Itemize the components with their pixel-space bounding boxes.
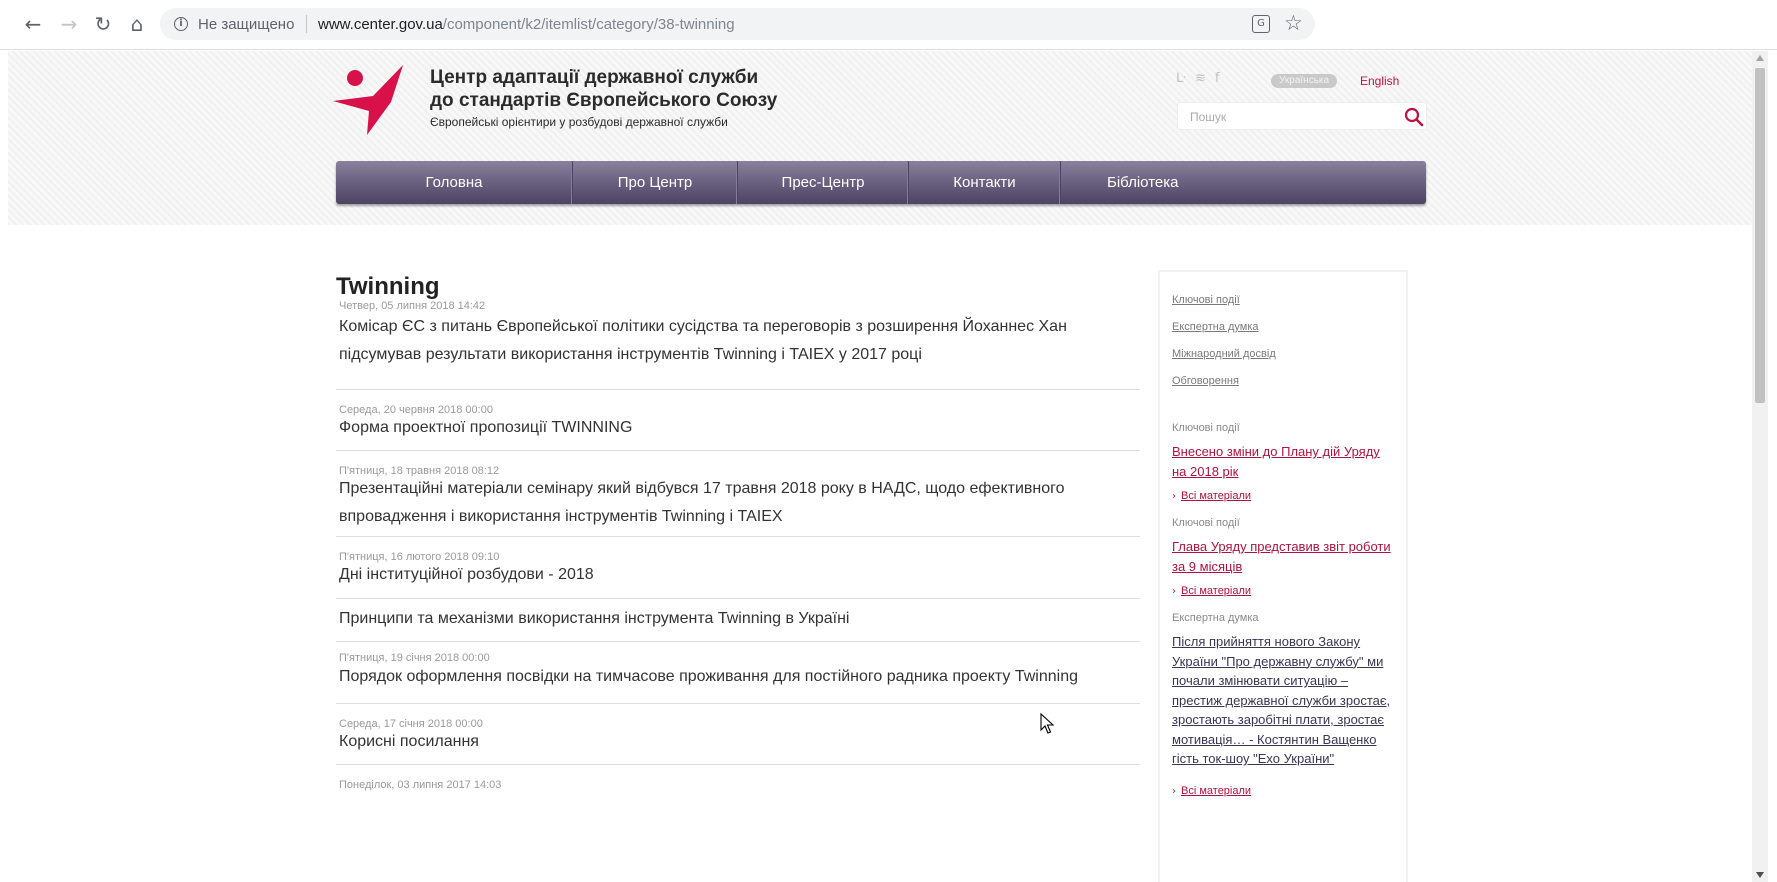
menu-item-press[interactable]: Прес-Центр bbox=[738, 161, 909, 204]
article-title[interactable]: Форма проектної пропозиції TWINNING bbox=[339, 414, 1129, 442]
sidebar-all-materials-link[interactable]: › Всі матеріали bbox=[1172, 585, 1251, 597]
list-item: П'ятниця, 19 січня 2018 00:00 Порядок оф… bbox=[336, 642, 1140, 704]
site-title-line1: Центр адаптації державної служби bbox=[430, 67, 759, 88]
url-host: www.center.gov.ua bbox=[318, 16, 443, 33]
address-bar[interactable]: i Не защищено www.center.gov.ua/componen… bbox=[160, 8, 1315, 40]
article-title[interactable]: Корисні посилання bbox=[339, 728, 1129, 756]
url-text[interactable]: www.center.gov.ua/component/k2/itemlist/… bbox=[318, 16, 735, 33]
sidebar: Ключові події Експертна думка Міжнародни… bbox=[1158, 270, 1408, 882]
search-input[interactable] bbox=[1190, 108, 1380, 126]
twitter-icon[interactable]: ᒷ bbox=[1176, 71, 1186, 86]
list-item: П'ятниця, 16 лютого 2018 09:10 Дні інсти… bbox=[336, 537, 1140, 599]
menu-item-about[interactable]: Про Центр bbox=[573, 161, 738, 204]
scroll-thumb[interactable] bbox=[1755, 68, 1765, 403]
sidebar-block-label: Ключові події bbox=[1172, 517, 1240, 529]
search-box bbox=[1177, 102, 1427, 130]
all-materials-label: Всі матеріали bbox=[1181, 585, 1252, 597]
article-date: Понеділок, 03 липня 2017 14:03 bbox=[339, 779, 502, 791]
article-title[interactable]: Презентаційні матеріали семінару який ві… bbox=[339, 475, 1129, 531]
list-item: Середа, 20 червня 2018 00:00 Форма проек… bbox=[336, 390, 1140, 451]
menu-item-library[interactable]: Бібліотека bbox=[1061, 161, 1426, 204]
scroll-down-arrow-icon[interactable] bbox=[1756, 872, 1764, 878]
browser-toolbar: ← → ↻ ⌂ i Не защищено www.center.gov.ua/… bbox=[0, 0, 1777, 50]
lang-ukrainian[interactable]: Українська bbox=[1271, 74, 1338, 88]
search-icon[interactable] bbox=[1404, 107, 1424, 127]
chevron-right-icon: › bbox=[1172, 786, 1176, 797]
mouse-cursor-icon bbox=[1040, 713, 1054, 734]
info-icon[interactable]: i bbox=[174, 17, 188, 31]
star-icon[interactable]: ☆ bbox=[1284, 11, 1303, 35]
all-materials-label: Всі матеріали bbox=[1181, 785, 1252, 797]
sidebar-all-materials-link[interactable]: › Всі матеріали bbox=[1172, 785, 1251, 797]
web-page: Центр адаптації державної служби до стан… bbox=[8, 51, 1752, 882]
list-item: Середа, 17 січня 2018 00:00 Корисні поси… bbox=[336, 704, 1140, 765]
social-links: ᒷ ≋ f bbox=[1176, 71, 1219, 86]
menu-item-home[interactable]: Головна bbox=[336, 161, 573, 204]
site-title[interactable]: Центр адаптації державної служби до стан… bbox=[430, 66, 777, 112]
menu-item-contacts[interactable]: Контакти bbox=[909, 161, 1061, 204]
article-title[interactable]: Порядок оформлення посвідки на тимчасове… bbox=[339, 663, 1129, 691]
security-status[interactable]: Не защищено bbox=[198, 16, 294, 33]
site-header: Центр адаптації державної служби до стан… bbox=[8, 51, 1752, 225]
article-title[interactable]: Комісар ЄС з питань Європейської політик… bbox=[339, 313, 1129, 369]
site-title-line2: до стандартів Європейського Союзу bbox=[430, 90, 778, 111]
site-tagline: Європейські орієнтири у розбудові держав… bbox=[430, 115, 728, 129]
sidebar-all-materials-link[interactable]: › Всі матеріали bbox=[1172, 490, 1251, 502]
sidebar-block-label: Ключові події bbox=[1172, 422, 1240, 434]
list-item: Четвер, 05 липня 2018 14:42 Комісар ЄС з… bbox=[336, 294, 1140, 390]
home-icon[interactable]: ⌂ bbox=[123, 10, 151, 38]
logo-star-icon[interactable] bbox=[333, 63, 415, 139]
sidebar-block-label: Експертна думка bbox=[1172, 612, 1259, 624]
chevron-right-icon: › bbox=[1172, 491, 1176, 502]
sidebar-news-link[interactable]: Глава Уряду представив звіт роботи за 9 … bbox=[1172, 537, 1397, 576]
facebook-icon[interactable]: f bbox=[1215, 71, 1220, 86]
article-date: Четвер, 05 липня 2018 14:42 bbox=[339, 300, 486, 312]
sidebar-news-link[interactable]: Після прийняття нового Закону України "П… bbox=[1172, 632, 1397, 769]
sidebar-category-key-events[interactable]: Ключові події bbox=[1172, 294, 1240, 306]
translate-icon[interactable]: G bbox=[1252, 15, 1270, 33]
list-item: Принципи та механізми використання інстр… bbox=[336, 599, 1140, 642]
back-icon[interactable]: ← bbox=[19, 10, 47, 38]
list-item: Понеділок, 03 липня 2017 14:03 bbox=[336, 765, 1140, 805]
scroll-up-arrow-icon[interactable] bbox=[1756, 55, 1764, 61]
article-title[interactable]: Принципи та механізми використання інстр… bbox=[339, 605, 1129, 633]
sidebar-category-international[interactable]: Міжнародний досвід bbox=[1172, 348, 1276, 360]
url-path: /component/k2/itemlist/category/38-twinn… bbox=[442, 16, 735, 33]
article-title[interactable]: Дні інституційної розбудови - 2018 bbox=[339, 561, 1129, 589]
page-scrollbar[interactable] bbox=[1752, 51, 1768, 882]
sidebar-category-discussions[interactable]: Обговорення bbox=[1172, 375, 1239, 387]
sidebar-category-expert-opinion[interactable]: Експертна думка bbox=[1172, 321, 1259, 333]
sidebar-news-link[interactable]: Внесено зміни до Плану дій Уряду на 2018… bbox=[1172, 442, 1397, 481]
address-separator bbox=[306, 15, 307, 33]
forward-icon[interactable]: → bbox=[55, 10, 83, 38]
reload-icon[interactable]: ↻ bbox=[89, 10, 117, 38]
main-menu: Головна Про Центр Прес-Центр Контакти Бі… bbox=[336, 161, 1426, 204]
chevron-right-icon: › bbox=[1172, 586, 1176, 597]
all-materials-label: Всі матеріали bbox=[1181, 490, 1252, 502]
list-item: П'ятниця, 18 травня 2018 08:12 Презентац… bbox=[336, 451, 1140, 537]
rss-icon[interactable]: ≋ bbox=[1195, 71, 1206, 86]
lang-english[interactable]: English bbox=[1360, 74, 1399, 88]
